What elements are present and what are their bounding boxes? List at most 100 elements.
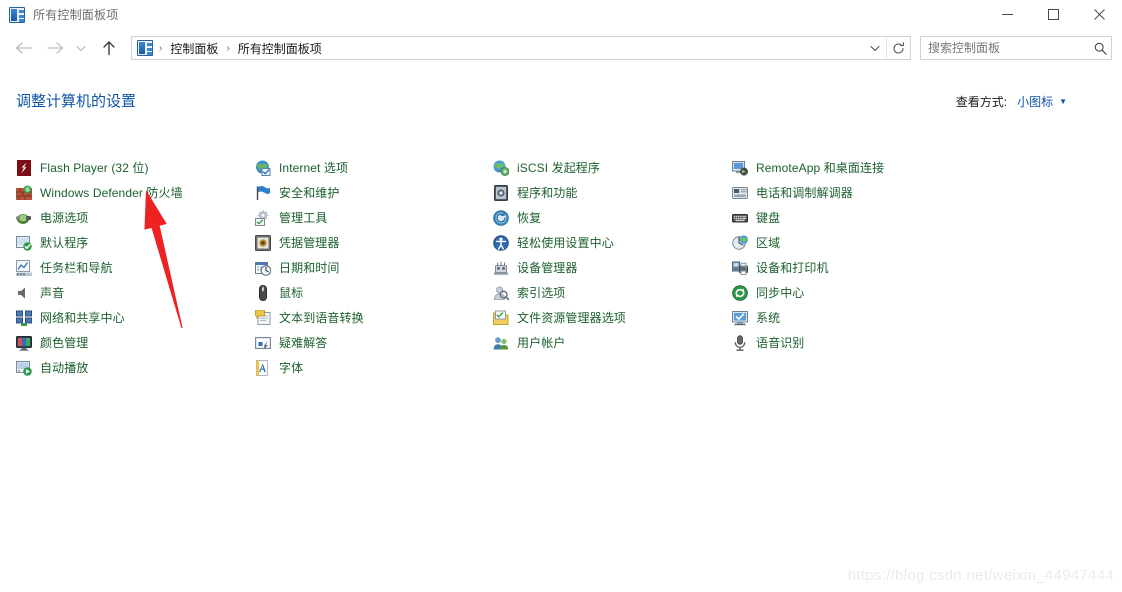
control-panel-item-label[interactable]: 设备管理器: [517, 259, 578, 276]
control-panel-item-label[interactable]: 疑难解答: [279, 334, 327, 351]
view-by-value[interactable]: 小图标: [1017, 93, 1053, 110]
control-panel-item[interactable]: 索引选项: [493, 280, 731, 305]
view-by-label: 查看方式:: [955, 95, 1008, 109]
control-panel-item-label[interactable]: 电源选项: [40, 209, 88, 226]
control-panel-item[interactable]: 文件资源管理器选项: [493, 305, 731, 330]
control-panel-item[interactable]: 自动播放: [16, 355, 254, 380]
control-panel-item[interactable]: 文本到语音转换: [255, 305, 493, 330]
control-panel-item[interactable]: 字体: [255, 355, 493, 380]
refresh-icon[interactable]: [886, 37, 910, 59]
control-panel-item[interactable]: 鼠标: [255, 280, 493, 305]
default-programs-icon: [16, 235, 32, 251]
control-panel-item-label[interactable]: Windows Defender 防火墙: [40, 184, 183, 201]
autoplay-icon: [16, 360, 32, 376]
breadcrumb-all-items[interactable]: 所有控制面板项: [236, 40, 324, 57]
control-panel-item[interactable]: Windows Defender 防火墙: [16, 180, 254, 205]
control-panel-item-label[interactable]: 默认程序: [40, 234, 88, 251]
ease-of-access-icon: [493, 234, 509, 251]
control-panel-item-label[interactable]: 网络和共享中心: [40, 309, 125, 326]
control-panel-item-label[interactable]: 语音识别: [756, 334, 804, 351]
items-column: Internet 选项 安全和维护管理工具凭据管理器日期和时间鼠标文本到语音转换疑…: [255, 155, 493, 380]
control-panel-item-label[interactable]: 轻松使用设置中心: [517, 234, 614, 251]
control-panel-item-label[interactable]: Flash Player (32 位): [40, 159, 149, 176]
power-options-icon: [16, 210, 32, 226]
fonts-icon: [255, 359, 271, 376]
search-icon[interactable]: [1094, 42, 1107, 55]
control-panel-item[interactable]: 语音识别: [732, 330, 970, 355]
control-panel-item[interactable]: 程序和功能: [493, 180, 731, 205]
breadcrumb-control-panel[interactable]: 控制面板: [168, 40, 220, 57]
control-panel-item[interactable]: 电源选项: [16, 205, 254, 230]
control-panel-item[interactable]: 日期和时间: [255, 255, 493, 280]
control-panel-item-label[interactable]: 声音: [40, 284, 64, 301]
control-panel-item[interactable]: 设备和打印机: [732, 255, 970, 280]
control-panel-item-label[interactable]: 文件资源管理器选项: [517, 309, 626, 326]
control-panel-item-label[interactable]: 电话和调制解调器: [756, 184, 853, 201]
content-area: 调整计算机的设置 查看方式: 小图标 ▼ Flash Player (32 位)…: [0, 67, 1122, 592]
control-panel-item-label[interactable]: 任务栏和导航: [40, 259, 113, 276]
control-panel-item[interactable]: 电话和调制解调器: [732, 180, 970, 205]
control-panel-item-label[interactable]: 系统: [756, 309, 780, 326]
administrative-tools-icon: [255, 209, 271, 226]
control-panel-item[interactable]: 轻松使用设置中心: [493, 230, 731, 255]
control-panel-item[interactable]: Internet 选项: [255, 155, 493, 180]
control-panel-item-label[interactable]: 区域: [756, 234, 780, 251]
control-panel-item[interactable]: 同步中心: [732, 280, 970, 305]
control-panel-item[interactable]: 系统: [732, 305, 970, 330]
search-input[interactable]: [928, 41, 1094, 55]
control-panel-item-label[interactable]: 鼠标: [279, 284, 303, 301]
control-panel-item-label[interactable]: 颜色管理: [40, 334, 88, 351]
region-icon: [732, 234, 748, 251]
control-panel-item-label[interactable]: 凭据管理器: [279, 234, 340, 251]
control-panel-item[interactable]: 键盘: [732, 205, 970, 230]
search-box[interactable]: [920, 36, 1112, 60]
address-bar[interactable]: › 控制面板 › 所有控制面板项: [131, 36, 911, 60]
maximize-button[interactable]: [1030, 0, 1076, 29]
control-panel-item[interactable]: 凭据管理器: [255, 230, 493, 255]
control-panel-item[interactable]: 任务栏和导航: [16, 255, 254, 280]
chevron-down-icon[interactable]: [72, 35, 90, 61]
control-panel-item-label[interactable]: 文本到语音转换: [279, 309, 364, 326]
control-panel-item-label[interactable]: 用户帐户: [517, 334, 565, 351]
chevron-down-icon[interactable]: ▼: [1059, 97, 1067, 106]
sound-icon: [16, 285, 32, 301]
control-panel-item[interactable]: 疑难解答: [255, 330, 493, 355]
control-panel-item[interactable]: 安全和维护: [255, 180, 493, 205]
control-panel-item-label[interactable]: 安全和维护: [279, 184, 340, 201]
arrow-right-icon[interactable]: [42, 35, 68, 61]
control-panel-item-label[interactable]: 同步中心: [756, 284, 804, 301]
control-panel-item-label[interactable]: RemoteApp 和桌面连接: [756, 159, 884, 176]
title-bar: 所有控制面板项: [0, 0, 1122, 29]
control-panel-item-label[interactable]: 字体: [279, 359, 303, 376]
control-panel-item-label[interactable]: 管理工具: [279, 209, 327, 226]
control-panel-item[interactable]: iSCSI 发起程序: [493, 155, 731, 180]
control-panel-item-label[interactable]: 自动播放: [40, 359, 88, 376]
control-panel-item-label[interactable]: iSCSI 发起程序: [517, 159, 600, 176]
arrow-left-icon[interactable]: [10, 35, 36, 61]
control-panel-item-label[interactable]: 程序和功能: [517, 184, 578, 201]
control-panel-item[interactable]: 网络和共享中心: [16, 305, 254, 330]
control-panel-item[interactable]: 管理工具: [255, 205, 493, 230]
control-panel-item[interactable]: 默认程序: [16, 230, 254, 255]
chevron-down-icon[interactable]: [864, 37, 886, 59]
control-panel-item-label[interactable]: Internet 选项: [279, 159, 348, 176]
control-panel-item[interactable]: 恢复: [493, 205, 731, 230]
control-panel-item-label[interactable]: 设备和打印机: [756, 259, 829, 276]
close-button[interactable]: [1076, 0, 1122, 29]
control-panel-item-label[interactable]: 日期和时间: [279, 259, 340, 276]
control-panel-item[interactable]: 声音: [16, 280, 254, 305]
device-manager-icon: [493, 260, 509, 276]
control-panel-item[interactable]: 颜色管理: [16, 330, 254, 355]
control-panel-item[interactable]: 区域: [732, 230, 970, 255]
system-icon: [732, 310, 748, 326]
arrow-up-icon[interactable]: [96, 35, 122, 61]
control-panel-item-label[interactable]: 索引选项: [517, 284, 565, 301]
minimize-button[interactable]: [984, 0, 1030, 29]
control-panel-item[interactable]: 设备管理器: [493, 255, 731, 280]
control-panel-item[interactable]: RemoteApp 和桌面连接: [732, 155, 970, 180]
control-panel-item-label[interactable]: 键盘: [756, 209, 780, 226]
control-panel-item[interactable]: 用户帐户: [493, 330, 731, 355]
control-panel-item[interactable]: Flash Player (32 位): [16, 155, 254, 180]
firewall-icon: [16, 185, 32, 201]
control-panel-item-label[interactable]: 恢复: [517, 209, 541, 226]
